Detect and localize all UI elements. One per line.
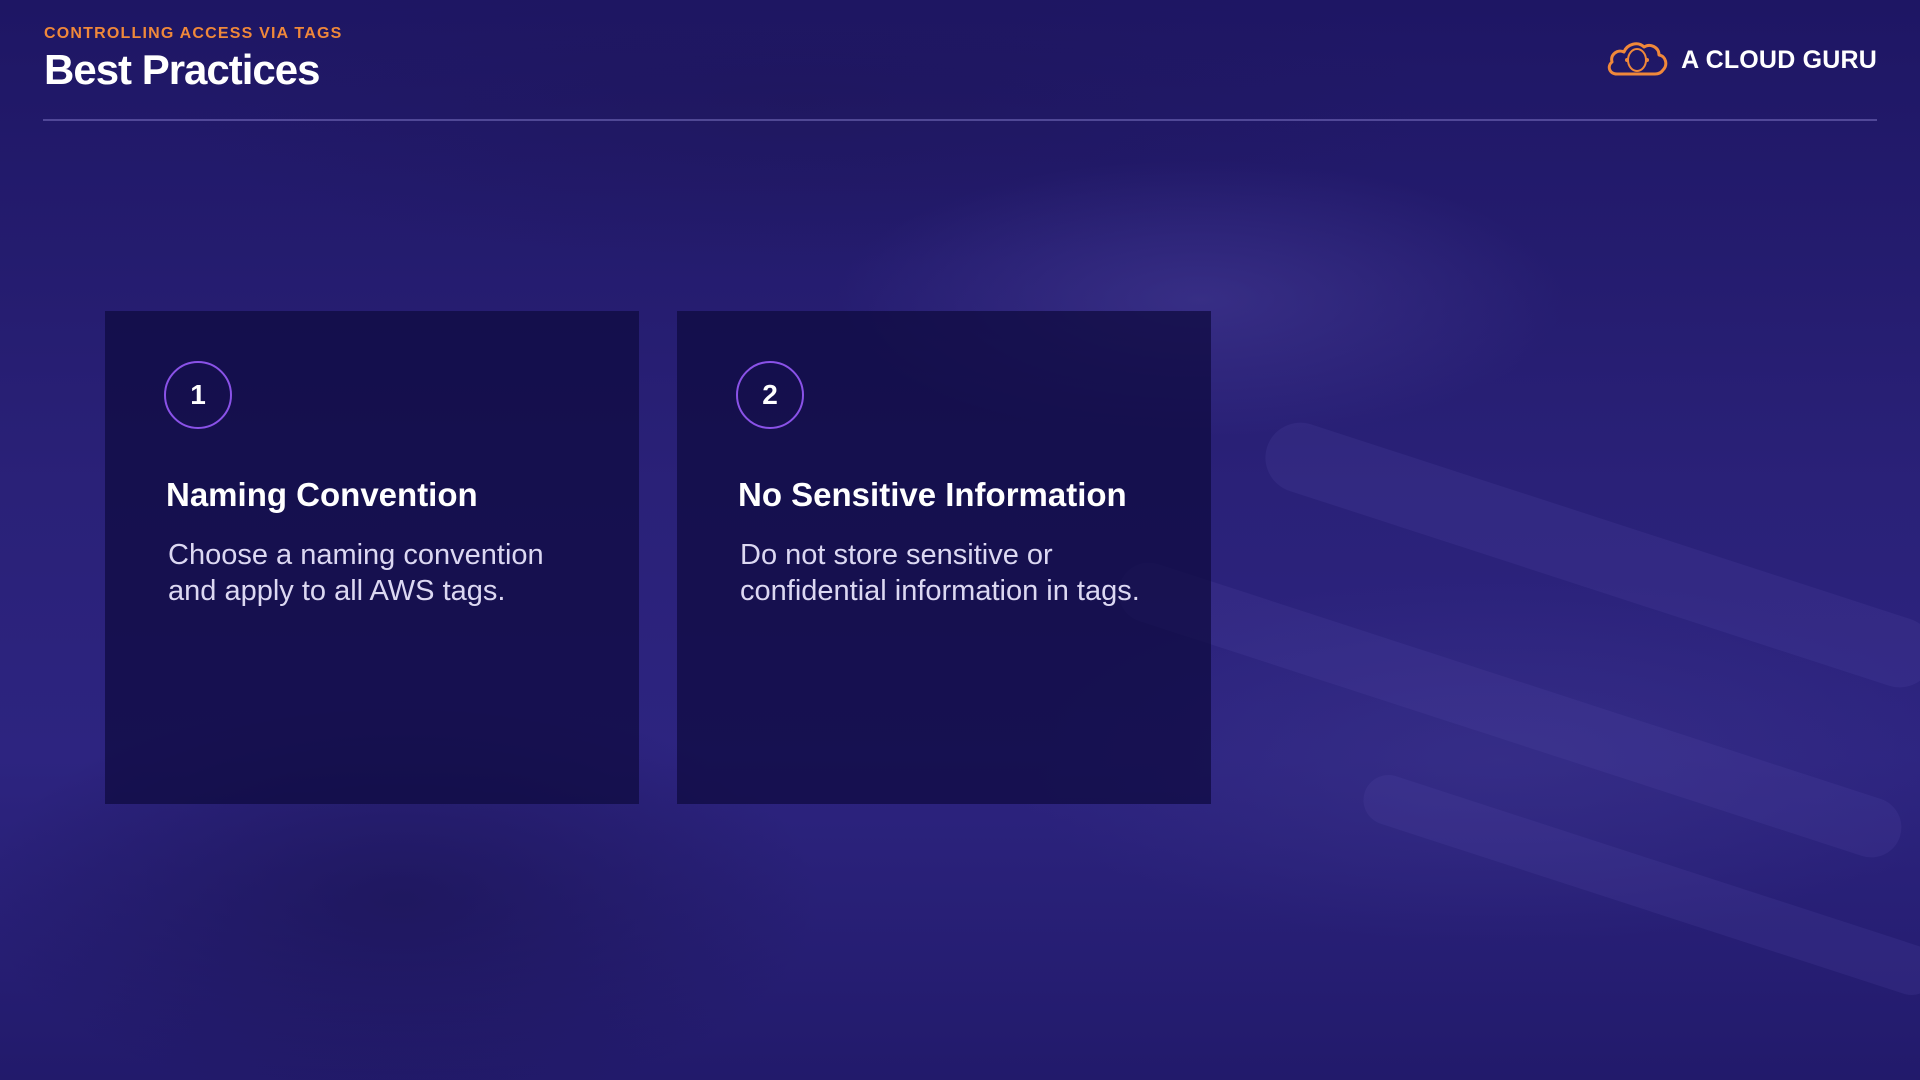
card-title: No Sensitive Information <box>738 476 1127 513</box>
slide-header: CONTROLLING ACCESS VIA TAGS Best Practic… <box>44 24 342 94</box>
practice-card: 2 No Sensitive Information Do not store … <box>677 311 1211 804</box>
brand-name: A CLOUD GURU <box>1681 46 1877 74</box>
card-body: Do not store sensitive or confidential i… <box>740 539 1140 607</box>
card-body: Choose a naming convention and apply to … <box>168 539 544 607</box>
section-eyebrow: CONTROLLING ACCESS VIA TAGS <box>44 25 343 42</box>
brand-logo: A CLOUD GURU <box>1605 38 1877 83</box>
step-number-badge: 2 <box>736 361 804 429</box>
header-divider <box>43 119 1877 121</box>
card-title: Naming Convention <box>166 476 478 513</box>
step-number-badge: 1 <box>164 361 232 429</box>
page-title: Best Practices <box>44 46 321 93</box>
practice-card: 1 Naming Convention Choose a naming conv… <box>105 311 639 804</box>
cloud-logo-icon <box>1605 38 1669 83</box>
